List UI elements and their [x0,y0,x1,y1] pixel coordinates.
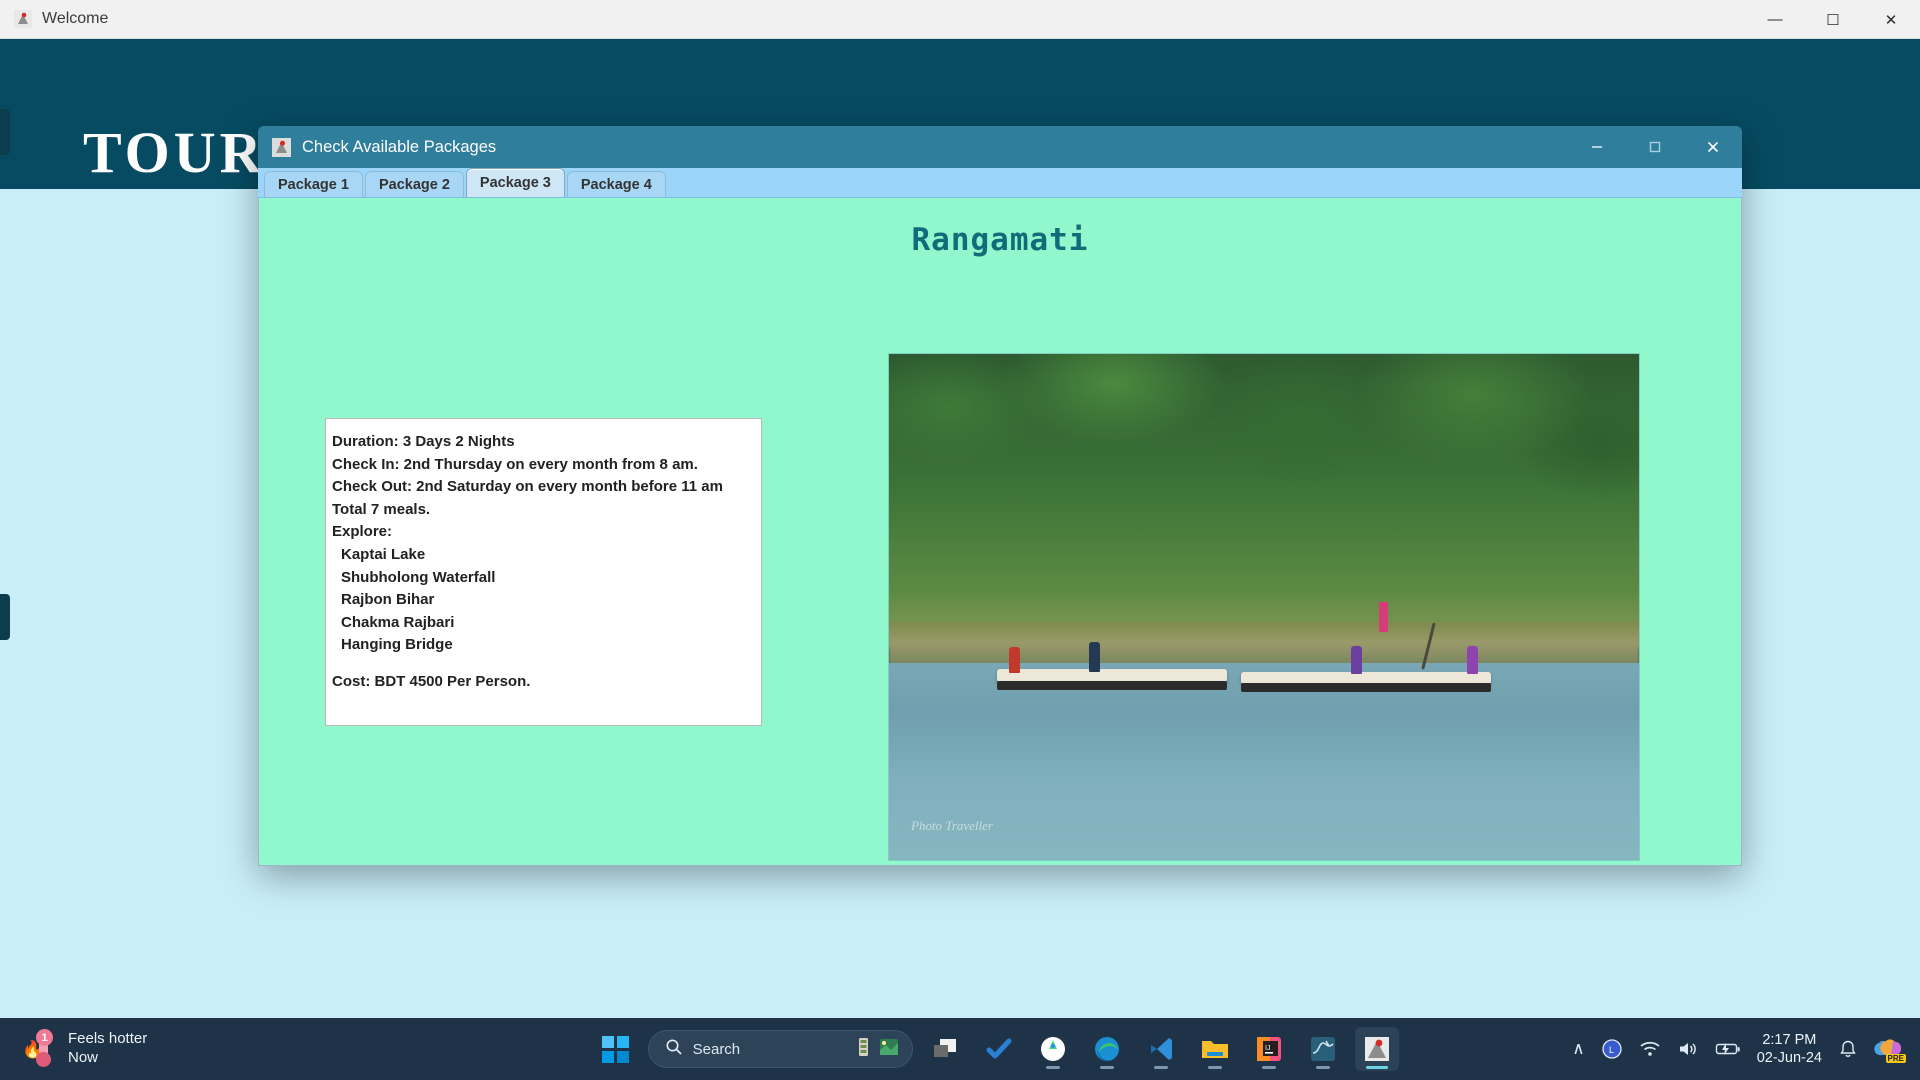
welcome-titlebar: Welcome — ☐ ✕ [0,0,1920,39]
taskbar-center: Search [420,1027,1572,1071]
taskbar-search[interactable]: Search [648,1030,913,1068]
photo-boat-right-hull [1241,683,1491,692]
clock-date: 02-Jun-24 [1757,1049,1822,1067]
destination-photo: Photo Traveller [888,353,1640,861]
photo-forest-hillside [889,354,1639,647]
taskbar-app-task-view[interactable] [923,1027,967,1071]
tab-package-4[interactable]: Package 4 [567,171,666,197]
welcome-title: Welcome [42,10,108,28]
taskbar-app-vs-code[interactable] [1139,1027,1183,1071]
running-indicator [1046,1066,1060,1069]
taskbar-app-java-app[interactable] [1355,1027,1399,1071]
weather-subtitle: Now [68,1049,147,1068]
clock-time: 2:17 PM [1757,1031,1822,1049]
start-button[interactable] [594,1027,638,1071]
detail-check-out: Check Out: 2nd Saturday on every month b… [329,476,761,499]
welcome-window-controls: — ☐ ✕ [1746,0,1920,39]
detail-check-in: Check In: 2nd Thursday on every month fr… [329,454,761,477]
detail-explore-label: Explore: [329,521,761,544]
running-indicator [1366,1066,1388,1069]
side-nub-bottom [0,594,10,640]
tab-package-3[interactable]: Package 3 [466,168,565,197]
running-indicator [1262,1066,1276,1069]
taskbar-app-microsoft-edge[interactable] [1085,1027,1129,1071]
notification-bell-icon[interactable] [1838,1039,1858,1059]
widget-tower-icon [855,1036,875,1063]
photo-flag [1379,602,1388,632]
copilot-icon[interactable]: PRE [1874,1036,1904,1062]
wifi-icon[interactable] [1639,1040,1661,1058]
explore-item-2: Shubholong Waterfall [329,567,761,590]
photo-person-3 [1351,646,1362,674]
welcome-close-button[interactable]: ✕ [1862,0,1920,39]
running-indicator [1154,1066,1168,1069]
volume-icon[interactable] [1677,1040,1699,1058]
packages-titlebar[interactable]: Check Available Packages [258,126,1742,168]
battery-charging-icon[interactable] [1715,1041,1741,1057]
packages-maximize-button[interactable] [1626,126,1684,168]
widget-map-icon [878,1036,900,1063]
clock-app-icon[interactable]: L [1601,1038,1623,1060]
package-tabs: Package 1 Package 2 Package 3 Package 4 [258,168,1742,198]
detail-cost: Cost: BDT 4500 Per Person. [329,671,761,694]
running-indicator [1100,1066,1114,1069]
search-input[interactable]: Search [693,1041,845,1058]
packages-minimize-button[interactable] [1568,126,1626,168]
taskbar-weather-widget[interactable]: 🔥 1 Feels hotter Now [0,1030,420,1068]
running-indicator [1208,1066,1222,1069]
package-3-panel: Rangamati Duration: 3 Days 2 Nights Chec… [258,198,1742,866]
detail-meals: Total 7 meals. [329,499,761,522]
explore-item-1: Kaptai Lake [329,544,761,567]
detail-duration: Duration: 3 Days 2 Nights [329,431,761,454]
photo-lake-water [889,663,1639,860]
packages-window-title: Check Available Packages [302,138,496,157]
photo-person-2 [1089,642,1100,672]
packages-close-button[interactable] [1684,126,1742,168]
taskbar-app-file-explorer[interactable] [1193,1027,1237,1071]
welcome-minimize-button[interactable]: — [1746,0,1804,39]
package-details-card: Duration: 3 Days 2 Nights Check In: 2nd … [325,418,762,726]
explore-item-4: Chakma Rajbari [329,612,761,635]
taskbar-app-android-studio[interactable] [1031,1027,1075,1071]
taskbar-clock[interactable]: 2:17 PM 02-Jun-24 [1757,1031,1822,1067]
photo-person-1 [1009,647,1020,673]
desktop: Welcome — ☐ ✕ TOUR 360 Check Avai [0,0,1920,1080]
java-duke-icon [14,10,32,28]
search-icon [665,1038,683,1061]
photo-boat-left-hull [997,681,1227,690]
taskbar: 🔥 1 Feels hotter Now Search [0,1018,1920,1080]
taskbar-app-intellij-idea[interactable]: IJ [1247,1027,1291,1071]
system-tray: ∧ L 2:17 PM 02-Jun-24 [1572,1031,1920,1067]
running-indicator [1316,1066,1330,1069]
svg-text:IJ: IJ [1265,1045,1270,1052]
destination-heading: Rangamati [259,222,1741,258]
windows-logo-icon [602,1036,629,1063]
weather-text: Feels hotter Now [68,1030,147,1068]
taskbar-app-todo[interactable] [977,1027,1021,1071]
welcome-maximize-button[interactable]: ☐ [1804,0,1862,39]
check-available-packages-window: Check Available Packages Package 1 Packa… [258,126,1742,866]
tab-package-2[interactable]: Package 2 [365,171,464,197]
taskbar-app-matlab[interactable] [1301,1027,1345,1071]
weather-badge: 1 [36,1029,53,1046]
photo-person-4 [1467,646,1478,674]
side-nub-top [0,109,10,155]
weather-title: Feels hotter [68,1030,147,1049]
copilot-preview-badge: PRE [1886,1054,1906,1063]
svg-text:L: L [1609,1045,1614,1055]
java-duke-icon [272,138,291,157]
thermometer-icon: 🔥 1 [22,1030,56,1068]
packages-window-controls [1568,126,1742,168]
explore-item-3: Rajbon Bihar [329,589,761,612]
chevron-up-icon[interactable]: ∧ [1572,1039,1584,1059]
explore-item-5: Hanging Bridge [329,634,761,657]
tab-package-1[interactable]: Package 1 [264,171,363,197]
photo-watermark: Photo Traveller [911,818,993,834]
